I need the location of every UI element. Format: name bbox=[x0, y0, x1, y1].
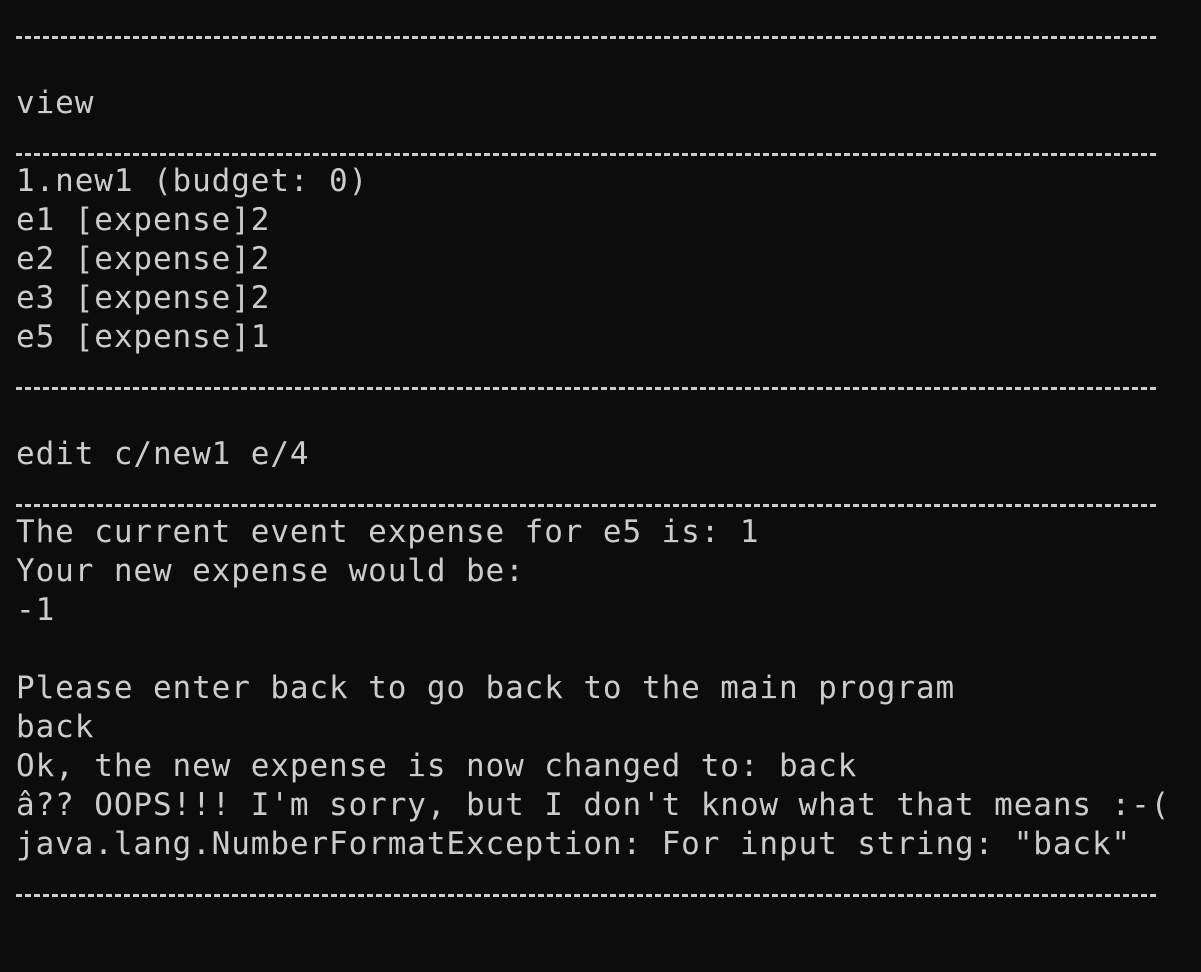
changed-confirmation-text: Ok, the new expense is now changed to: b… bbox=[16, 748, 858, 784]
new-expense-value: -1 bbox=[16, 592, 56, 628]
exception-message: java.lang.NumberFormatException: For inp… bbox=[16, 826, 1132, 862]
back-hint-text: Please enter back to go back to the main… bbox=[16, 670, 956, 706]
command-edit: edit c/new1 e/4 bbox=[16, 436, 310, 472]
separator-line bbox=[16, 894, 1156, 897]
expense-row: e3 [expense]2 bbox=[16, 280, 271, 316]
separator-line bbox=[16, 36, 1156, 39]
current-expense-text: The current event expense for e5 is: 1 bbox=[16, 514, 760, 550]
expense-row: e2 [expense]2 bbox=[16, 241, 271, 277]
terminal-window[interactable]: view 1.new1 (budget: 0) e1 [expense]2 e2… bbox=[0, 0, 1201, 972]
user-input-text: back bbox=[16, 709, 95, 745]
separator-line bbox=[16, 504, 1156, 507]
separator-line bbox=[16, 387, 1156, 390]
expense-row: e5 [expense]1 bbox=[16, 319, 271, 355]
separator-line bbox=[16, 153, 1156, 156]
error-message: â?? OOPS!!! I'm sorry, but I don't know … bbox=[16, 787, 1171, 823]
event-list-header: 1.new1 (budget: 0) bbox=[16, 163, 369, 199]
new-expense-prompt: Your new expense would be: bbox=[16, 553, 525, 589]
command-view: view bbox=[16, 85, 95, 121]
expense-row: e1 [expense]2 bbox=[16, 202, 271, 238]
